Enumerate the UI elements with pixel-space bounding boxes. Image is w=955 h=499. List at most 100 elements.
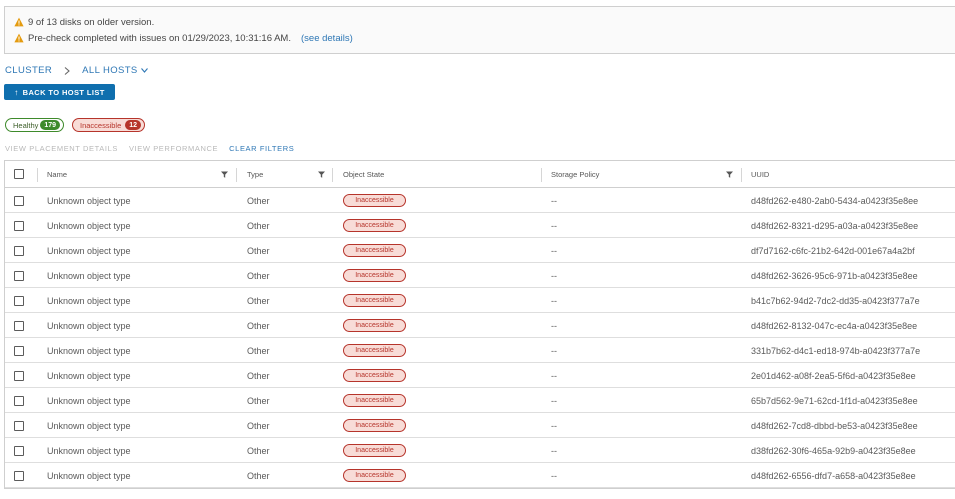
cell-type: Other xyxy=(247,345,270,356)
cell-name: Unknown object type xyxy=(47,245,131,256)
cell-storage-policy: -- xyxy=(551,345,557,356)
cell-uuid: d48fd262-8132-047c-ec4a-a0423f35e8ee xyxy=(751,320,918,331)
table-row[interactable]: Unknown object type Other Inaccessible -… xyxy=(5,438,955,463)
status-badge: Inaccessible xyxy=(343,319,406,332)
arrow-up-icon: ↑ xyxy=(14,87,19,97)
cell-uuid: df7d7162-c6fc-21b2-642d-001e67a4a2bf xyxy=(751,245,915,256)
row-checkbox[interactable] xyxy=(14,371,24,381)
cell-name: Unknown object type xyxy=(47,370,131,381)
status-badge: Inaccessible xyxy=(343,244,406,257)
cell-name: Unknown object type xyxy=(47,270,131,281)
status-badge: Inaccessible xyxy=(343,194,406,207)
back-to-host-list-button[interactable]: ↑ BACK TO HOST LIST xyxy=(4,84,115,100)
table-header: Name Type Object State Storage Policy UU… xyxy=(5,161,955,188)
table-row[interactable]: Unknown object type Other Inaccessible -… xyxy=(5,338,955,363)
cell-type: Other xyxy=(247,420,270,431)
cell-storage-policy: -- xyxy=(551,220,557,231)
status-badge: Inaccessible xyxy=(343,294,406,307)
row-checkbox[interactable] xyxy=(14,321,24,331)
column-header-uuid[interactable]: UUID xyxy=(751,161,769,188)
table-row[interactable]: Unknown object type Other Inaccessible -… xyxy=(5,463,955,488)
cell-uuid: 2e01d462-a08f-2ea5-5f6d-a0423f35e8ee xyxy=(751,370,916,381)
cell-storage-policy: -- xyxy=(551,470,557,481)
column-header-name[interactable]: Name xyxy=(47,161,67,188)
table-row[interactable]: Unknown object type Other Inaccessible -… xyxy=(5,213,955,238)
view-performance-button[interactable]: VIEW PERFORMANCE xyxy=(129,144,218,153)
chevron-down-icon[interactable] xyxy=(140,68,148,73)
objects-datagrid: Name Type Object State Storage Policy UU… xyxy=(4,160,955,489)
status-badge: Inaccessible xyxy=(343,419,406,432)
row-checkbox[interactable] xyxy=(14,296,24,306)
view-placement-details-button[interactable]: VIEW PLACEMENT DETAILS xyxy=(5,144,118,153)
cell-storage-policy: -- xyxy=(551,395,557,406)
table-row[interactable]: Unknown object type Other Inaccessible -… xyxy=(5,413,955,438)
breadcrumb-all-hosts[interactable]: ALL HOSTS xyxy=(82,65,138,76)
breadcrumb-cluster[interactable]: CLUSTER xyxy=(5,65,52,76)
chevron-right-icon xyxy=(64,66,70,75)
table-row[interactable]: Unknown object type Other Inaccessible -… xyxy=(5,363,955,388)
row-checkbox[interactable] xyxy=(14,346,24,356)
cell-name: Unknown object type xyxy=(47,345,131,356)
filter-healthy-label: Healthy xyxy=(13,120,39,130)
table-row[interactable]: Unknown object type Other Inaccessible -… xyxy=(5,388,955,413)
cell-type: Other xyxy=(247,370,270,381)
precheck-alert-box: 9 of 13 disks on older version. Pre-chec… xyxy=(4,6,955,54)
alert-text: 9 of 13 disks on older version. xyxy=(28,16,155,28)
row-checkbox[interactable] xyxy=(14,421,24,431)
cell-uuid: d48fd262-7cd8-dbbd-be53-a0423f35e8ee xyxy=(751,420,918,431)
table-row[interactable]: Unknown object type Other Inaccessible -… xyxy=(5,263,955,288)
row-checkbox[interactable] xyxy=(14,471,24,481)
table-row[interactable]: Unknown object type Other Inaccessible -… xyxy=(5,188,955,213)
row-checkbox[interactable] xyxy=(14,246,24,256)
cell-storage-policy: -- xyxy=(551,420,557,431)
cell-type: Other xyxy=(247,470,270,481)
row-checkbox[interactable] xyxy=(14,221,24,231)
cell-uuid: d48fd262-8321-d295-a03a-a0423f35e8ee xyxy=(751,220,919,231)
cell-name: Unknown object type xyxy=(47,295,131,306)
alert-disks-version: 9 of 13 disks on older version. xyxy=(14,15,154,29)
cell-type: Other xyxy=(247,445,270,456)
cell-type: Other xyxy=(247,295,270,306)
row-checkbox[interactable] xyxy=(14,196,24,206)
cell-storage-policy: -- xyxy=(551,370,557,381)
cell-name: Unknown object type xyxy=(47,395,131,406)
warning-icon xyxy=(14,33,24,43)
row-checkbox[interactable] xyxy=(14,446,24,456)
alert-precheck: Pre-check completed with issues on 01/29… xyxy=(14,31,353,45)
filter-icon[interactable] xyxy=(221,171,228,178)
row-checkbox[interactable] xyxy=(14,271,24,281)
cell-type: Other xyxy=(247,395,270,406)
cell-uuid: d48fd262-3626-95c6-971b-a0423f35e8ee xyxy=(751,270,918,281)
column-header-object-state[interactable]: Object State xyxy=(343,161,384,188)
column-header-type[interactable]: Type xyxy=(247,161,263,188)
cell-name: Unknown object type xyxy=(47,195,131,206)
see-details-link[interactable]: (see details) xyxy=(301,33,353,44)
filter-healthy-pill[interactable]: Healthy 179 xyxy=(5,118,64,132)
filter-inaccessible-pill[interactable]: Inaccessible 12 xyxy=(72,118,145,132)
back-button-label: BACK TO HOST LIST xyxy=(22,87,105,97)
cell-storage-policy: -- xyxy=(551,320,557,331)
cell-type: Other xyxy=(247,245,270,256)
cell-uuid: d38fd262-30f6-465a-92b9-a0423f35e8ee xyxy=(751,445,916,456)
cell-storage-policy: -- xyxy=(551,295,557,306)
table-row[interactable]: Unknown object type Other Inaccessible -… xyxy=(5,288,955,313)
cell-name: Unknown object type xyxy=(47,420,131,431)
filter-icon[interactable] xyxy=(726,171,733,178)
column-header-storage-policy[interactable]: Storage Policy xyxy=(551,161,599,188)
clear-filters-button[interactable]: CLEAR FILTERS xyxy=(229,144,294,153)
filter-inaccessible-label: Inaccessible xyxy=(80,120,122,130)
cell-storage-policy: -- xyxy=(551,245,557,256)
select-all-checkbox[interactable] xyxy=(14,169,24,179)
breadcrumb: CLUSTER ALL HOSTS xyxy=(5,65,148,76)
alert-text: Pre-check completed with issues on 01/29… xyxy=(28,32,291,44)
cell-name: Unknown object type xyxy=(47,220,131,231)
row-checkbox[interactable] xyxy=(14,396,24,406)
table-actions: VIEW PLACEMENT DETAILS VIEW PERFORMANCE … xyxy=(5,144,305,153)
filter-icon[interactable] xyxy=(318,171,325,178)
table-row[interactable]: Unknown object type Other Inaccessible -… xyxy=(5,238,955,263)
table-row[interactable]: Unknown object type Other Inaccessible -… xyxy=(5,313,955,338)
status-badge: Inaccessible xyxy=(343,344,406,357)
cell-storage-policy: -- xyxy=(551,270,557,281)
cell-type: Other xyxy=(247,195,270,206)
status-badge: Inaccessible xyxy=(343,269,406,282)
